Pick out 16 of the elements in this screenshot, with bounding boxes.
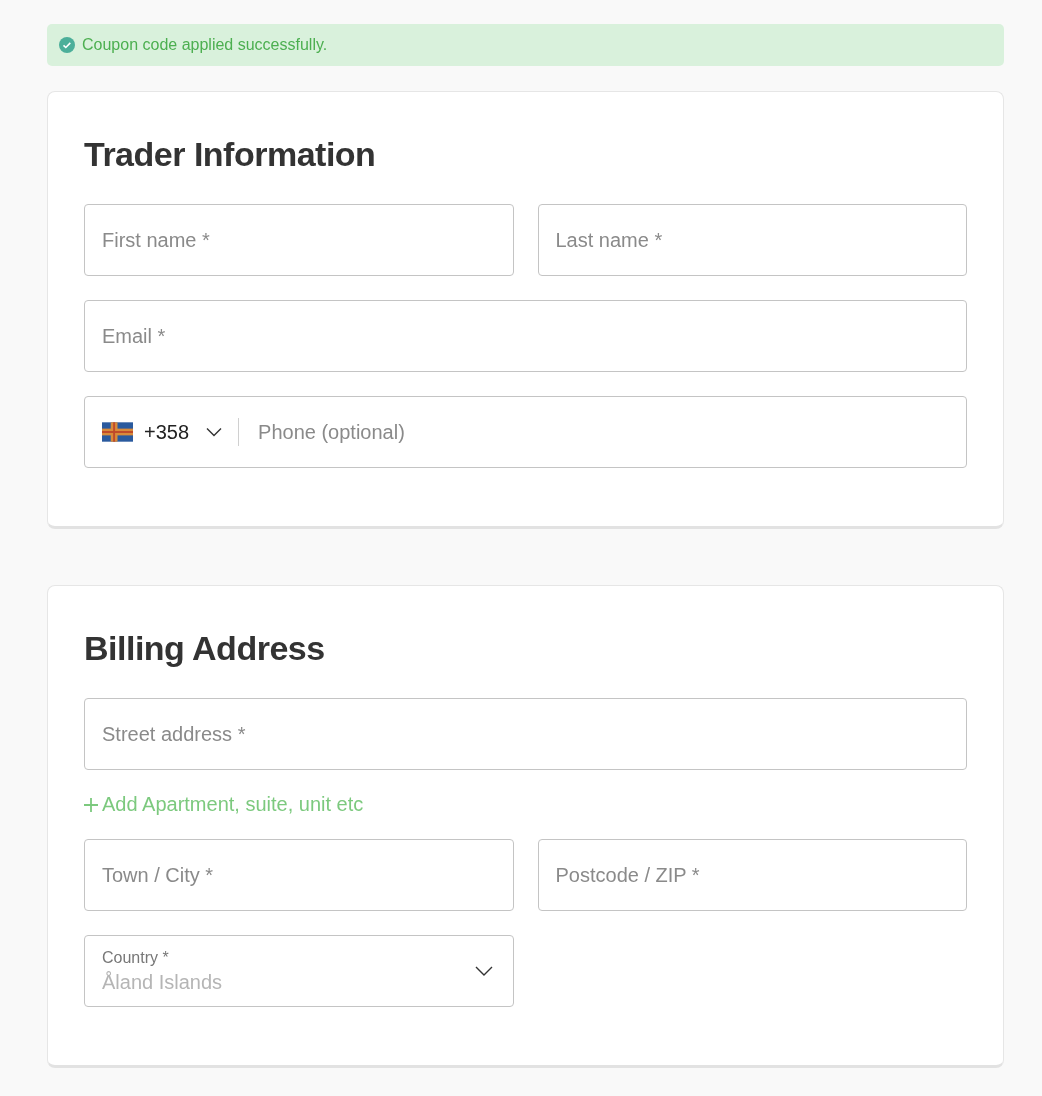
chevron-down-icon[interactable] <box>206 427 223 437</box>
section-title: Trader Information <box>84 134 377 174</box>
alert-message: Coupon code applied successfully. <box>82 36 328 54</box>
chevron-down-icon <box>474 966 493 976</box>
input-field[interactable]: Town / City * <box>84 839 514 911</box>
input-field[interactable]: Postcode / ZIP * <box>537 839 967 911</box>
phone-field[interactable]: +358 Phone (optional) <box>84 396 967 468</box>
section-title: Billing Address <box>84 628 326 668</box>
check-circle-icon <box>59 37 75 53</box>
input-field[interactable]: Email * <box>84 300 967 372</box>
flag-icon <box>102 422 133 442</box>
dial-code: +358 <box>144 420 190 444</box>
input-field[interactable]: First name * <box>84 204 514 276</box>
country-select[interactable]: Country * Åland Islands <box>84 935 514 1007</box>
input-field[interactable]: Last name * <box>537 204 967 276</box>
input-field[interactable]: Street address * <box>84 698 967 770</box>
